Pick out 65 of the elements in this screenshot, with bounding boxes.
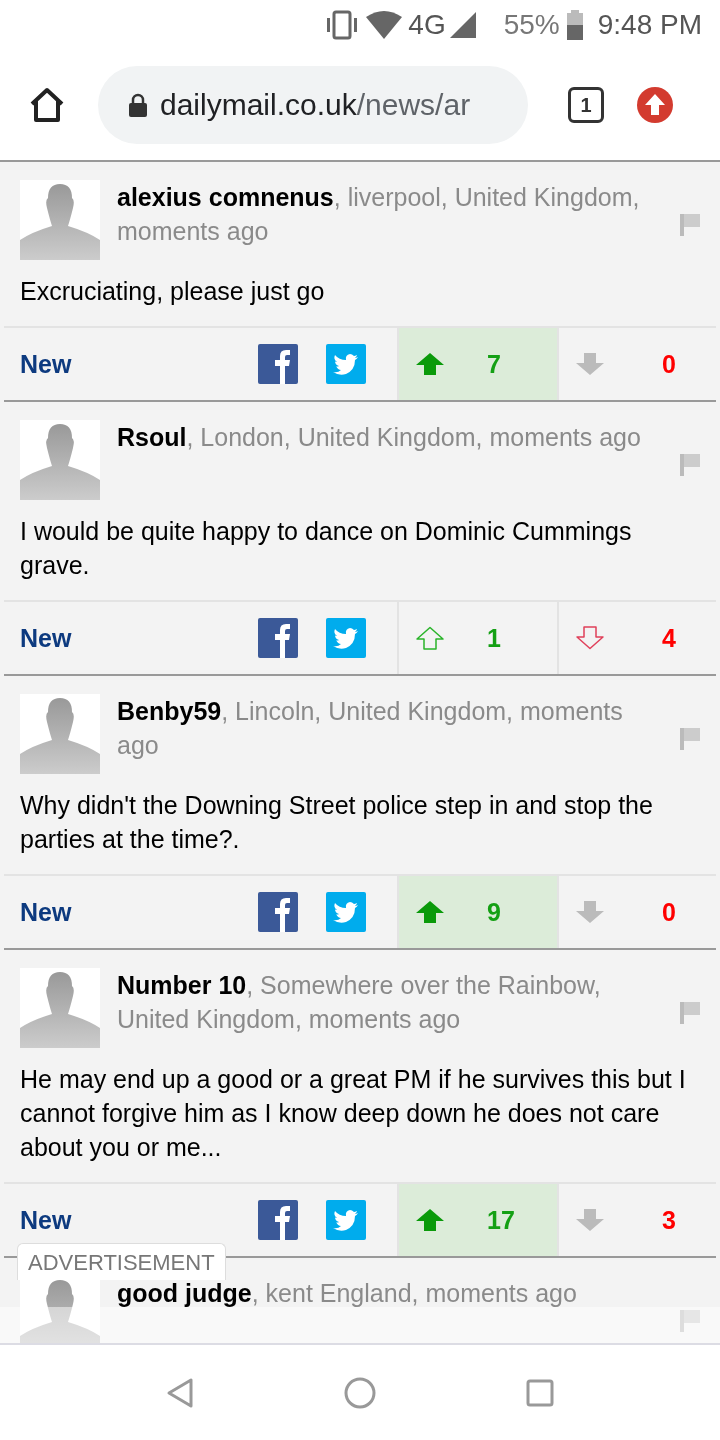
- twitter-share-icon[interactable]: [326, 344, 366, 384]
- facebook-share-icon[interactable]: [258, 1200, 298, 1240]
- comment-byline: Number 10, Somewhere over the Rainbow, United Kingdom, moments ago: [117, 970, 602, 1035]
- upvote-count: 7: [487, 349, 501, 379]
- upvote-count: 1: [487, 623, 501, 653]
- downvote-count: 0: [662, 897, 676, 927]
- wifi-icon: [366, 11, 403, 39]
- facebook-share-icon[interactable]: [258, 618, 298, 658]
- downvote-button[interactable]: 0: [557, 876, 716, 948]
- twitter-share-icon[interactable]: [326, 1200, 366, 1240]
- twitter-share-icon[interactable]: [326, 892, 366, 932]
- down-arrow-icon: [575, 1208, 605, 1232]
- address-bar[interactable]: dailymail.co.uk/news/ar: [98, 66, 528, 144]
- comment-byline: alexius comnenus, liverpool, United Kingdom, moments ago: [117, 182, 641, 247]
- comment-text: I would be quite happy to dance on Dominic Cummings grave.: [19, 516, 633, 581]
- flag-icon[interactable]: [680, 454, 700, 476]
- comment-byline: Benby59, Lincoln, United Kingdom, moments ago: [117, 696, 624, 761]
- up-arrow-icon: [415, 900, 445, 924]
- comment-text: Excruciating, please just go: [19, 276, 326, 307]
- downvote-count: 3: [662, 1205, 676, 1235]
- lock-icon: [128, 93, 148, 117]
- downvote-button[interactable]: 0: [557, 328, 716, 400]
- recents-icon[interactable]: [526, 1378, 554, 1407]
- downvote-button[interactable]: 3: [557, 1184, 716, 1256]
- downvote-count: 4: [662, 623, 676, 653]
- upvote-button[interactable]: 1: [397, 602, 557, 674]
- new-link[interactable]: New: [20, 1205, 258, 1235]
- signal-icon: [449, 12, 476, 38]
- upvote-button[interactable]: 9: [397, 876, 557, 948]
- flag-icon[interactable]: [680, 214, 700, 236]
- twitter-share-icon[interactable]: [326, 618, 366, 658]
- comment-byline: good judge, kent England, moments ago: [117, 1278, 578, 1309]
- back-icon[interactable]: [166, 1376, 194, 1409]
- new-link[interactable]: New: [20, 623, 258, 653]
- flag-icon[interactable]: [680, 1002, 700, 1024]
- down-arrow-icon: [575, 626, 605, 650]
- facebook-share-icon[interactable]: [258, 344, 298, 384]
- down-arrow-icon: [575, 900, 605, 924]
- new-link[interactable]: New: [20, 349, 258, 379]
- battery-icon: [565, 10, 584, 40]
- home-circle-icon[interactable]: [344, 1376, 376, 1409]
- upvote-button[interactable]: 7: [397, 328, 557, 400]
- upvote-count: 17: [487, 1205, 515, 1235]
- upvote-button[interactable]: 17: [397, 1184, 557, 1256]
- network-label: 4G: [408, 9, 446, 41]
- upvote-count: 9: [487, 897, 501, 927]
- up-arrow-icon: [415, 1208, 445, 1232]
- home-icon[interactable]: [28, 87, 66, 123]
- down-arrow-icon: [575, 352, 605, 376]
- tab-count-button[interactable]: 1: [568, 87, 604, 123]
- downvote-button[interactable]: 4: [557, 602, 716, 674]
- comment-byline: Rsoul, London, United Kingdom, moments ago: [117, 422, 642, 453]
- update-icon[interactable]: [636, 86, 674, 124]
- facebook-share-icon[interactable]: [258, 892, 298, 932]
- clock: 9:48 PM: [597, 9, 702, 41]
- comment-text: Why didn't the Downing Street police step in and stop the parties at the time?.: [19, 790, 654, 855]
- battery-percent: 55%: [503, 9, 560, 41]
- flag-icon[interactable]: [680, 728, 700, 750]
- new-link[interactable]: New: [20, 897, 258, 927]
- comment-text: He may end up a good or a great PM if he survives this but I cannot forgive him as I know deep down he does not care about you or me...: [19, 1064, 687, 1163]
- advertisement-label: ADVERTISEMENT: [17, 1243, 226, 1280]
- up-arrow-icon: [415, 352, 445, 376]
- up-arrow-icon: [415, 626, 445, 650]
- downvote-count: 0: [662, 349, 676, 379]
- url-text: dailymail.co.uk/news/ar: [160, 88, 471, 122]
